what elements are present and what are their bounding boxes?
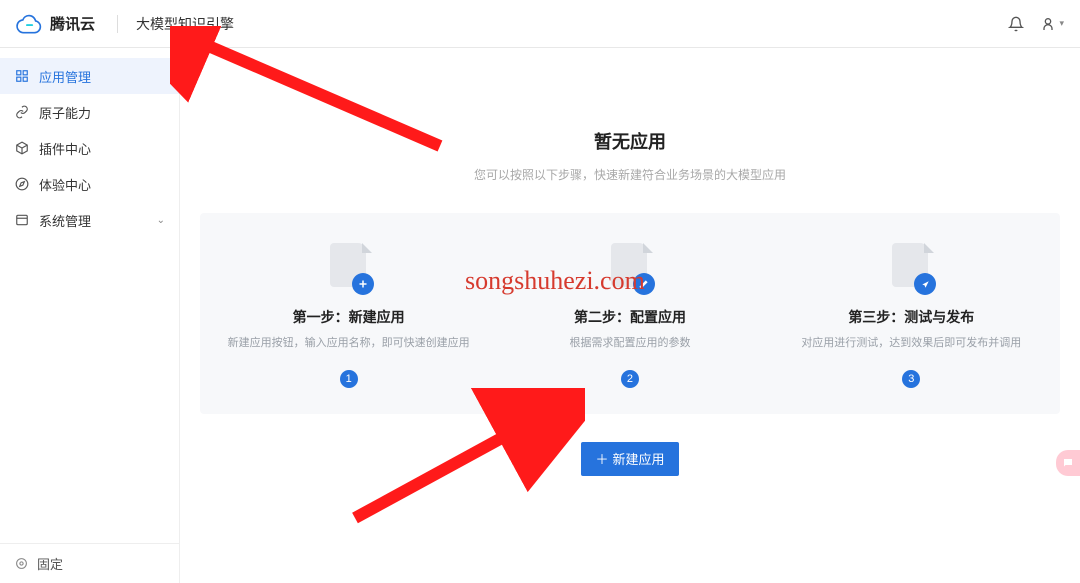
sidebar-item-label: 系统管理 xyxy=(39,211,91,230)
step-3: 第三步：测试与发布 对应用进行测试，达到效果后即可发布并调用 3 xyxy=(771,243,1052,388)
side-feedback-tab[interactable] xyxy=(1056,450,1080,476)
header-divider xyxy=(117,15,118,33)
sidebar: 应用管理 原子能力 插件中心 体验中心 系统管理 ⌄ xyxy=(0,48,180,583)
compass-icon xyxy=(14,177,29,192)
sidebar-item-label: 应用管理 xyxy=(39,67,91,86)
cube-icon xyxy=(14,141,29,156)
step-number: 3 xyxy=(902,370,920,388)
step-desc: 根据需求配置应用的参数 xyxy=(563,335,696,352)
sidebar-footer-label: 固定 xyxy=(37,554,63,573)
sidebar-item-experience-center[interactable]: 体验中心 xyxy=(0,166,179,202)
top-header: 腾讯云 大模型知识引擎 ▾ xyxy=(0,0,1080,48)
step-configure-icon xyxy=(607,243,653,293)
step-publish-icon xyxy=(888,243,934,293)
brand-name: 腾讯云 xyxy=(50,13,95,34)
step-number: 2 xyxy=(621,370,639,388)
main-content: 暂无应用 您可以按照以下步骤，快速新建符合业务场景的大模型应用 第一步：新建应用… xyxy=(180,48,1080,583)
step-title: 第一步：新建应用 xyxy=(293,307,405,327)
header-right: ▾ xyxy=(1008,16,1064,32)
step-number: 1 xyxy=(340,370,358,388)
step-desc: 新建应用按钮，输入应用名称，即可快速创建应用 xyxy=(222,335,476,352)
link-icon xyxy=(14,105,29,120)
settings-icon xyxy=(14,213,29,228)
product-name: 大模型知识引擎 xyxy=(136,14,234,34)
step-create-icon xyxy=(326,243,372,293)
sidebar-item-plugin-center[interactable]: 插件中心 xyxy=(0,130,179,166)
sidebar-item-system-management[interactable]: 系统管理 ⌄ xyxy=(0,202,179,238)
sidebar-item-app-management[interactable]: 应用管理 xyxy=(0,58,179,94)
sidebar-item-label: 原子能力 xyxy=(39,103,91,122)
step-desc: 对应用进行测试，达到效果后即可发布并调用 xyxy=(795,335,1027,352)
create-app-button[interactable]: ＋ 新建应用 xyxy=(581,442,679,476)
sidebar-item-label: 插件中心 xyxy=(39,139,91,158)
pencil-badge-icon xyxy=(633,273,655,295)
step-title: 第三步：测试与发布 xyxy=(848,307,974,327)
chevron-down-icon: ⌄ xyxy=(157,215,165,226)
sidebar-item-label: 体验中心 xyxy=(39,175,91,194)
step-2: 第二步：配置应用 根据需求配置应用的参数 2 xyxy=(489,243,770,388)
pin-icon xyxy=(14,556,29,571)
empty-state-title: 暂无应用 xyxy=(200,128,1060,154)
onboarding-steps: 第一步：新建应用 新建应用按钮，输入应用名称，即可快速创建应用 1 第二步：配置… xyxy=(200,213,1060,414)
empty-state-subtitle: 您可以按照以下步骤，快速新建符合业务场景的大模型应用 xyxy=(200,166,1060,183)
notification-bell-icon[interactable] xyxy=(1008,16,1024,32)
plus-badge-icon xyxy=(352,273,374,295)
create-button-label: 新建应用 xyxy=(613,449,665,468)
step-title: 第二步：配置应用 xyxy=(574,307,686,327)
grid-icon xyxy=(14,69,29,84)
logo-group: 腾讯云 大模型知识引擎 xyxy=(16,13,234,35)
sidebar-footer-pin[interactable]: 固定 xyxy=(0,543,179,583)
tencent-cloud-logo-icon xyxy=(16,13,42,35)
user-menu-icon[interactable]: ▾ xyxy=(1040,16,1064,32)
step-1: 第一步：新建应用 新建应用按钮，输入应用名称，即可快速创建应用 1 xyxy=(208,243,489,388)
sidebar-item-atomic-ability[interactable]: 原子能力 xyxy=(0,94,179,130)
plus-icon: ＋ xyxy=(595,449,608,468)
send-badge-icon xyxy=(914,273,936,295)
